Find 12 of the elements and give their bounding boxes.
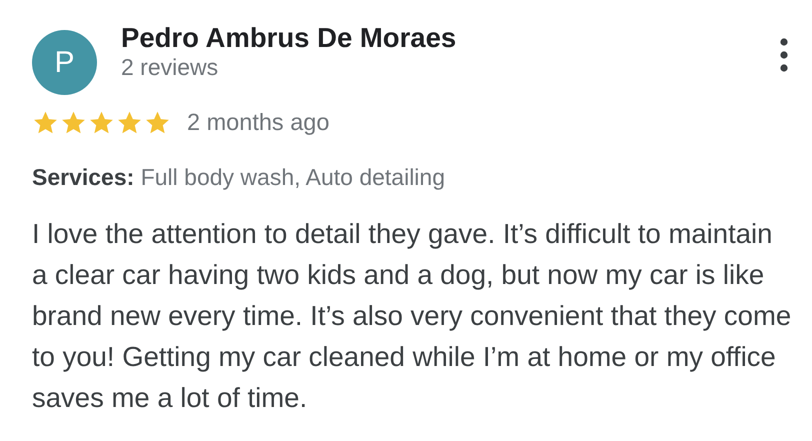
star-icon — [60, 110, 87, 136]
star-icon — [32, 110, 59, 136]
star-icon — [116, 110, 143, 136]
review-date: 2 months ago — [187, 109, 330, 136]
review-count: 2 reviews — [121, 54, 220, 80]
more-options-icon[interactable] — [780, 38, 788, 72]
star-icon — [88, 110, 115, 136]
services-text: Services: Full body wash, Auto detailing — [32, 164, 446, 191]
review-text: I love the attention to detail they gave. It’s difficult to maintain a clear car having two kids and a dog, but now my car is like brand new every time. It’s also very convenient that they come to you! Getting my car cleaned while I’m at home or my office saves me a lot of time. — [32, 217, 792, 415]
author-name[interactable]: Pedro Ambrus De Moraes — [121, 22, 780, 54]
avatar: P — [32, 30, 97, 95]
star-icon — [144, 110, 171, 136]
